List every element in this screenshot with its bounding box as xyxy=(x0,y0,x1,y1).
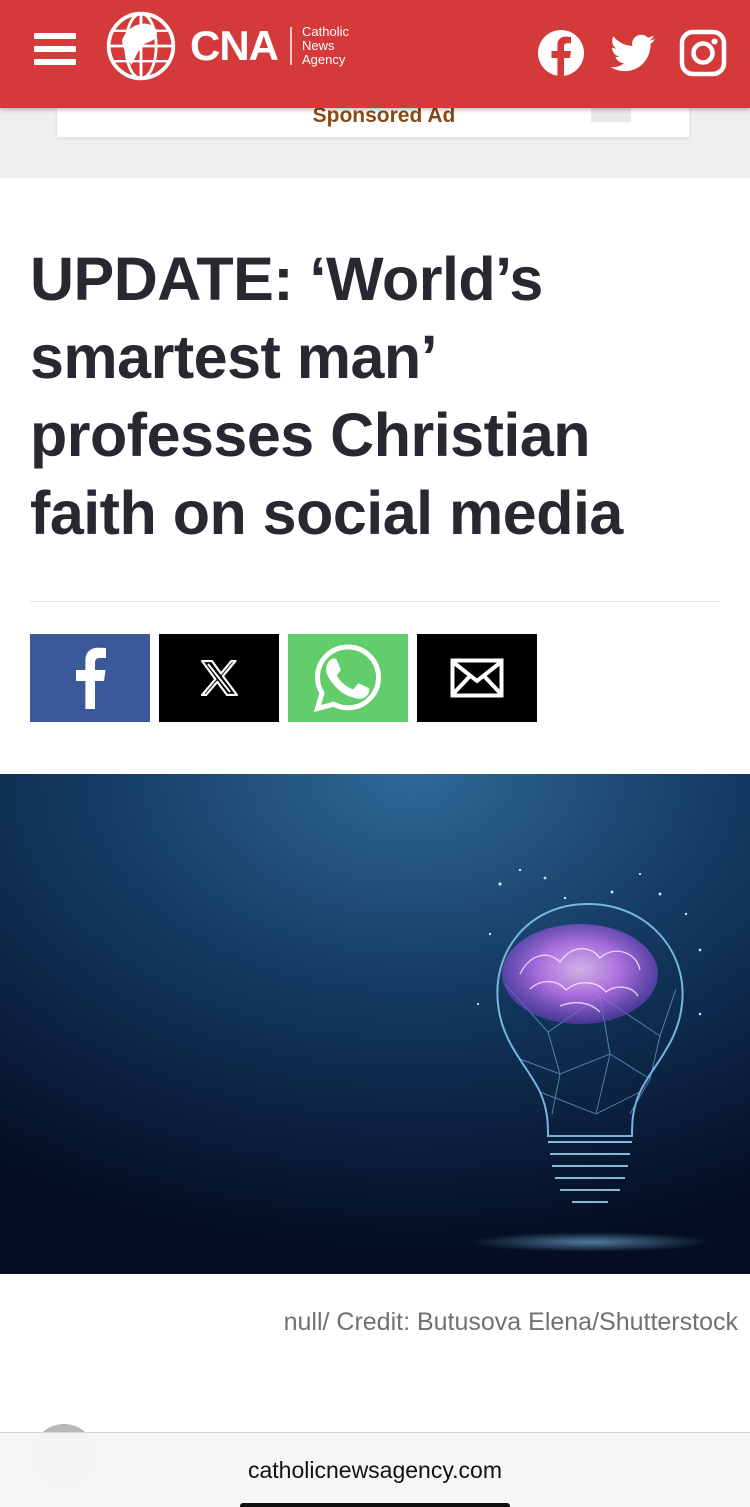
ad-container: Sponsored Ad xyxy=(0,105,750,178)
logo-subtitle-line: Agency xyxy=(302,52,346,67)
share-whatsapp-button[interactable] xyxy=(288,634,408,722)
logo-subtitle-line: News xyxy=(302,38,335,53)
lightbulb-brain-illustration xyxy=(0,774,750,1274)
site-header: CNA Catholic News Agency xyxy=(0,0,750,108)
url-text[interactable]: catholicnewsagency.com xyxy=(0,1457,750,1484)
share-facebook-button[interactable] xyxy=(30,634,150,722)
envelope-icon xyxy=(450,658,504,698)
browser-address-bar[interactable]: catholicnewsagency.com xyxy=(0,1432,750,1507)
logo-subtitle-line: Catholic xyxy=(302,24,349,39)
home-indicator xyxy=(240,1503,510,1507)
ad-thumbnail xyxy=(591,108,631,122)
x-logo-icon xyxy=(200,660,238,696)
twitter-icon[interactable] xyxy=(608,28,658,78)
facebook-f-icon xyxy=(76,647,106,709)
article-headline: UPDATE: ‘World’s smartest man’ professes… xyxy=(30,245,623,547)
logo-wordmark: CNA xyxy=(190,22,279,69)
facebook-icon[interactable] xyxy=(536,28,586,78)
article-hero-image xyxy=(0,774,750,1274)
instagram-icon[interactable] xyxy=(678,28,728,78)
whatsapp-icon xyxy=(313,644,382,713)
hamburger-menu-icon[interactable] xyxy=(34,33,76,69)
cna-logo[interactable]: CNA Catholic News Agency xyxy=(102,8,349,84)
sponsored-ad[interactable]: Sponsored Ad xyxy=(56,105,690,138)
share-email-button[interactable] xyxy=(417,634,537,722)
image-caption: null/ Credit: Butusova Elena/Shutterstoc… xyxy=(283,1308,738,1336)
logo-subtitle: Catholic News Agency xyxy=(302,25,349,67)
globe-logo-icon xyxy=(106,11,176,81)
divider xyxy=(30,601,720,602)
logo-divider xyxy=(290,27,292,65)
share-x-button[interactable] xyxy=(159,634,279,722)
